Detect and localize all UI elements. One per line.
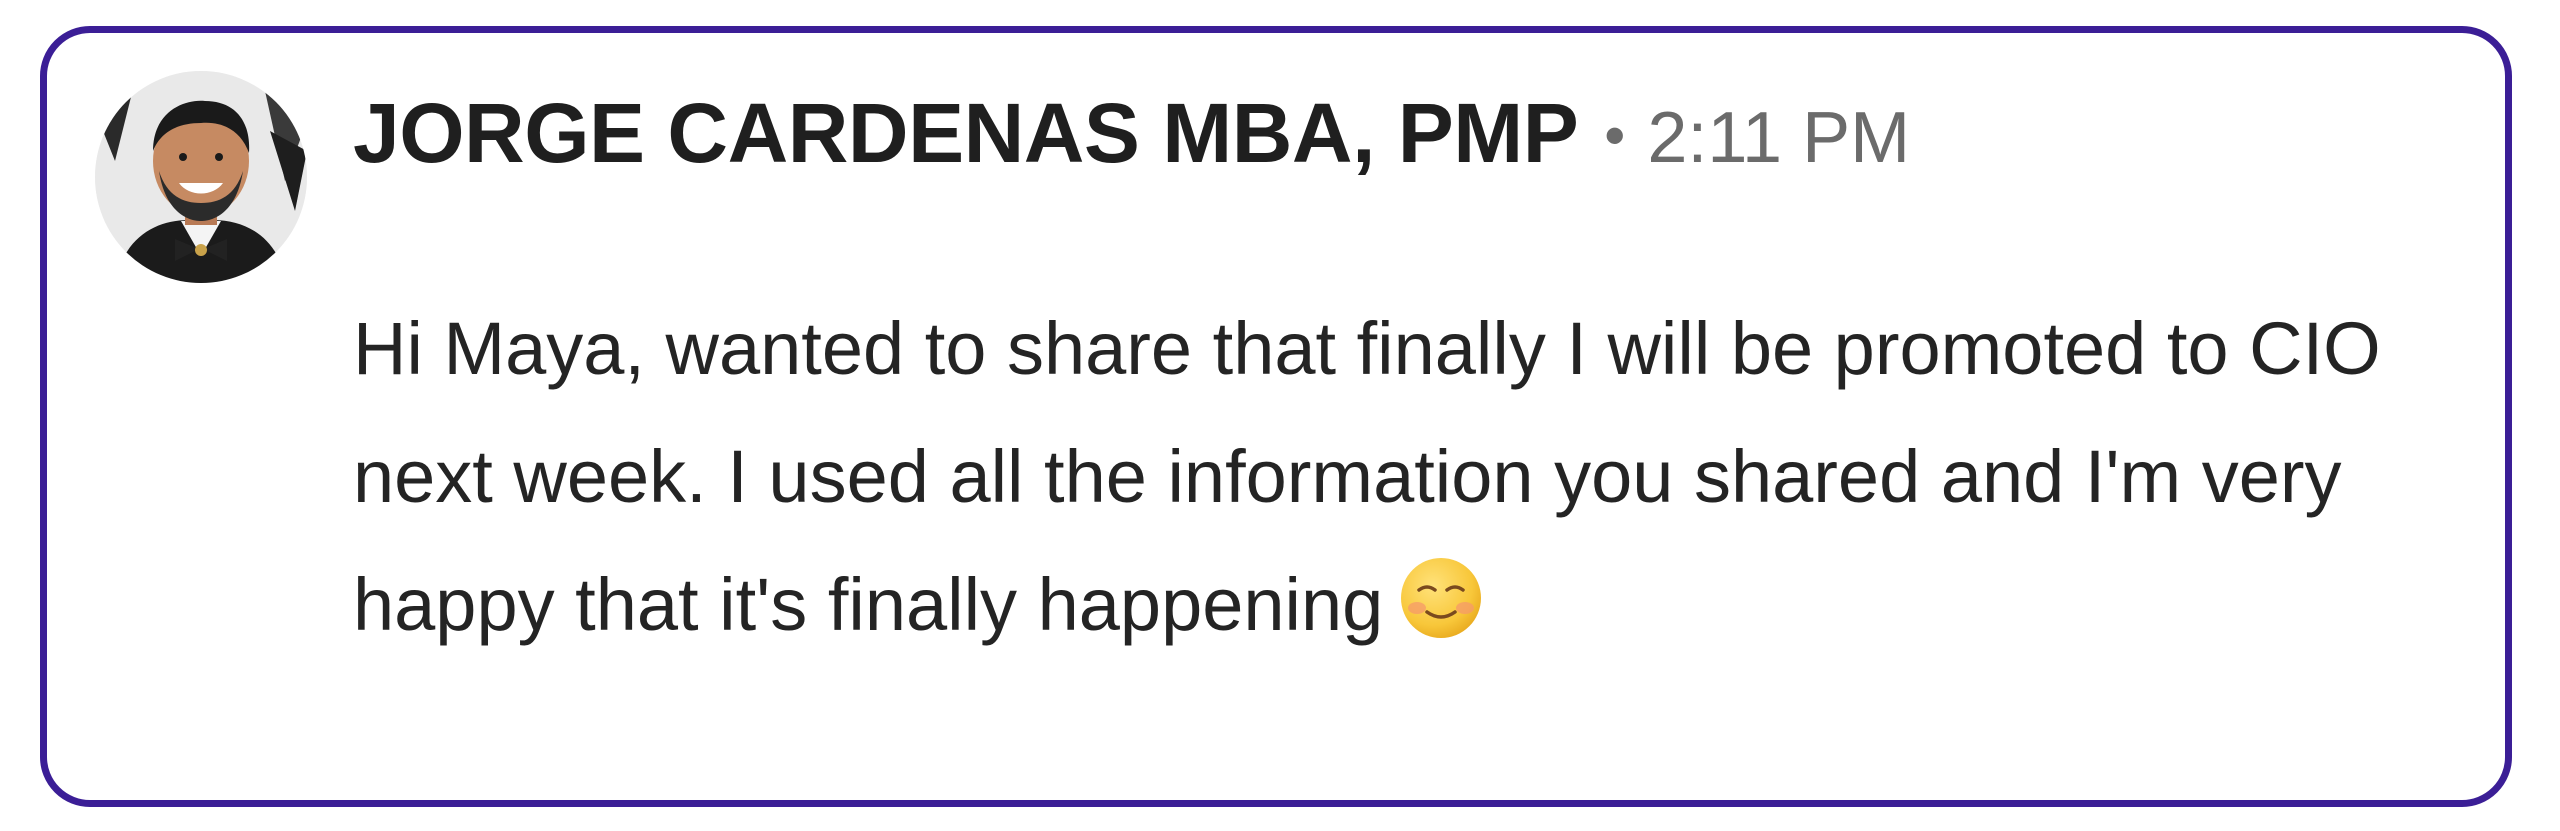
sender-name[interactable]: JORGE CARDENAS MBA, PMP [353, 86, 1579, 180]
message-body: Hi Maya, wanted to share that finally I … [353, 285, 2493, 669]
message-text: Hi Maya, wanted to share that finally I … [353, 307, 2381, 646]
avatar[interactable] [95, 71, 307, 283]
smiling-blushing-face-icon [1397, 554, 1485, 642]
profile-photo [95, 71, 307, 283]
message-card: JORGE CARDENAS MBA, PMP • 2:11 PM Hi Maya,… [40, 26, 2512, 807]
message-header: JORGE CARDENAS MBA, PMP • 2:11 PM [353, 85, 1910, 182]
header-separator: • [1604, 102, 1626, 169]
message-timestamp: 2:11 PM [1647, 98, 1911, 178]
